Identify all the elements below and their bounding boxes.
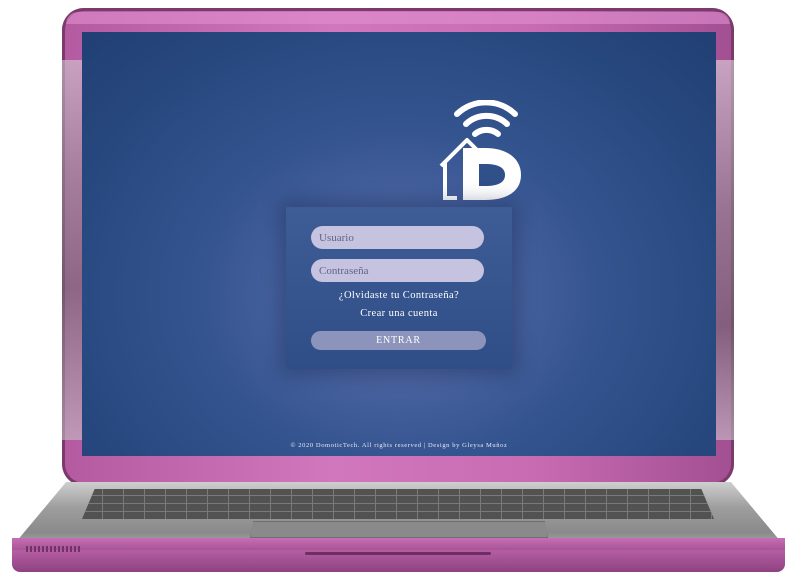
laptop-hinge-line [305,552,491,555]
create-account-link[interactable]: Crear una cuenta [286,308,512,319]
laptop-lid-highlight [66,12,730,24]
laptop-vent [26,546,82,552]
laptop-trackpad [250,521,548,538]
laptop-lid-right-edge [714,60,734,440]
username-input[interactable] [311,226,484,249]
login-submit-button[interactable]: ENTRAR [311,331,486,350]
forgot-password-link[interactable]: ¿Olvidaste tu Contraseña? [286,290,512,301]
password-input[interactable] [311,259,484,282]
footer-copyright: © 2020 DomoticTech. All rights reserved … [290,442,508,449]
laptop-keyboard [82,489,714,519]
laptop-lid-left-edge [62,60,82,440]
